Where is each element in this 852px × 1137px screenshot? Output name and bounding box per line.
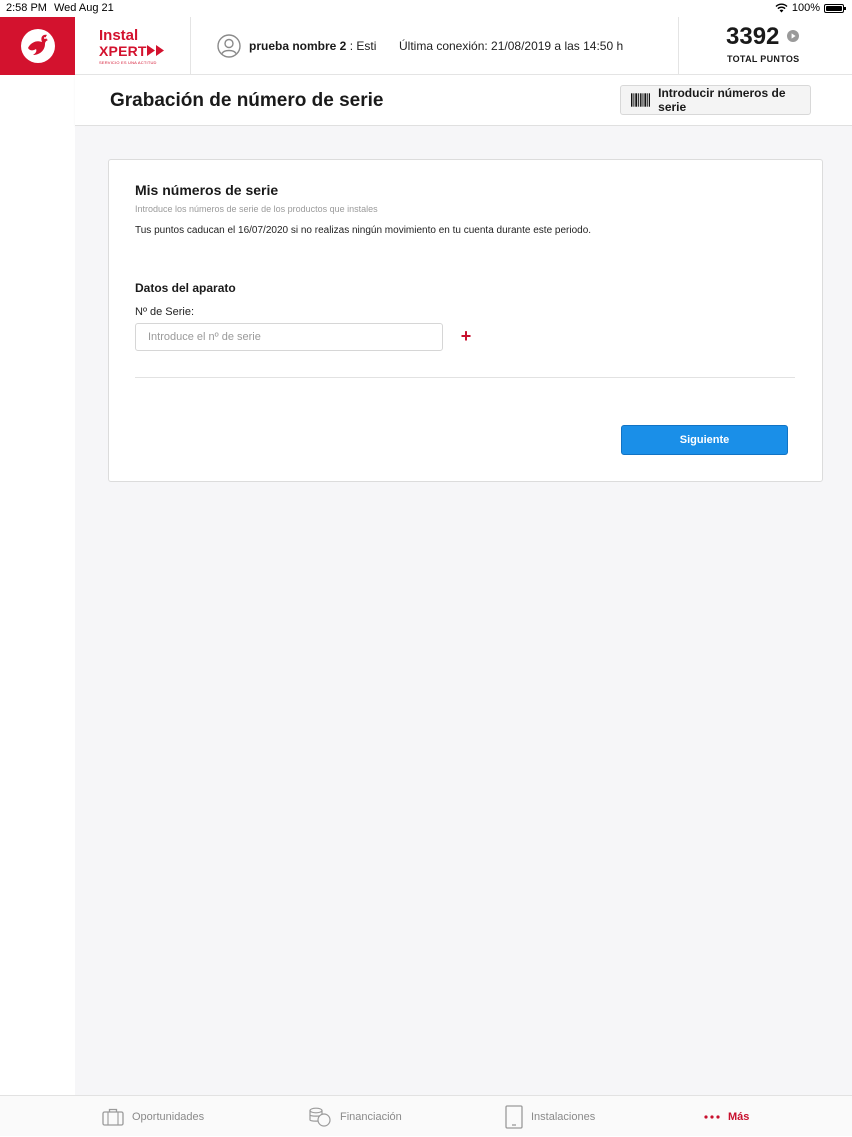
fast-forward-icon: [147, 45, 164, 56]
tab-oportunidades[interactable]: Oportunidades: [102, 1096, 204, 1137]
add-serial-plus-icon[interactable]: +: [459, 327, 473, 345]
tab-label: Instalaciones: [531, 1110, 596, 1123]
device-data-heading: Datos del aparato: [135, 281, 236, 295]
tab-label: Oportunidades: [132, 1110, 205, 1123]
points-label: TOTAL PUNTOS: [727, 54, 800, 64]
points-panel[interactable]: 3392 TOTAL PUNTOS: [678, 17, 852, 75]
tab-label: Más: [728, 1110, 750, 1123]
user-suffix: : Esti: [346, 39, 377, 53]
brand-line2: XPERT: [99, 43, 147, 59]
last-connection: Última conexión: 21/08/2019 a las 14:50 …: [399, 39, 624, 53]
briefcase-icon: [102, 1108, 124, 1126]
coins-icon: [309, 1107, 331, 1127]
battery-percentage: 100%: [791, 2, 820, 14]
top-header: Instal XPERT SERVICIO ES UNA ACTITUD pru…: [0, 17, 852, 75]
play-circle-icon[interactable]: [787, 30, 799, 42]
status-time: 2:58 PM: [6, 2, 47, 14]
points-value: 3392: [726, 23, 780, 50]
wifi-icon: [775, 3, 788, 13]
tablet-icon: [505, 1104, 523, 1129]
battery-icon: [824, 3, 846, 13]
brand-tagline: SERVICIO ES UNA ACTITUD: [99, 60, 157, 65]
card-subtitle: Introduce los números de serie de los pr…: [135, 204, 378, 214]
next-button[interactable]: Siguiente: [621, 425, 788, 455]
expiry-note: Tus puntos caducan el 16/07/2020 si no r…: [135, 225, 592, 236]
left-rail: [0, 75, 75, 1095]
page-title-bar: Grabación de número de serie Introducir …: [75, 75, 852, 126]
brand-logo[interactable]: [0, 17, 75, 75]
instalxpert-brand: Instal XPERT SERVICIO ES UNA ACTITUD: [75, 17, 191, 75]
serial-number-input[interactable]: [135, 323, 443, 351]
enter-serial-numbers-button[interactable]: Introducir números de serie: [620, 85, 811, 115]
serial-label: Nº de Serie:: [135, 306, 195, 318]
user-name: prueba nombre 2: [249, 39, 347, 53]
tab-mas[interactable]: Más: [704, 1096, 749, 1137]
bird-logo-icon: [20, 29, 55, 63]
bottom-tab-bar: Oportunidades Financiación Instalaciones…: [0, 1095, 852, 1136]
tab-financiacion[interactable]: Financiación: [308, 1096, 402, 1137]
barcode-icon: [631, 93, 651, 107]
enter-serial-numbers-label: Introducir números de serie: [658, 86, 786, 114]
user-info[interactable]: prueba nombre 2 : Esti: [217, 34, 376, 58]
tab-label: Financiación: [340, 1110, 402, 1123]
card-heading: Mis números de serie: [135, 182, 279, 198]
main-area: Mis números de serie Introduce los númer…: [75, 126, 852, 1095]
user-text: prueba nombre 2 : Esti: [249, 39, 376, 53]
user-avatar-icon: [217, 34, 241, 58]
card-divider: [135, 377, 795, 378]
tab-instalaciones[interactable]: Instalaciones: [505, 1096, 595, 1137]
status-date: Wed Aug 21: [54, 2, 114, 14]
serial-card: Mis números de serie Introduce los númer…: [108, 159, 823, 482]
status-bar: 2:58 PM Wed Aug 21 100%: [0, 0, 852, 17]
page-title: Grabación de número de serie: [110, 90, 384, 111]
more-dots-icon: [704, 1114, 720, 1119]
brand-line1: Instal: [99, 27, 139, 44]
status-right: 100%: [775, 2, 846, 14]
